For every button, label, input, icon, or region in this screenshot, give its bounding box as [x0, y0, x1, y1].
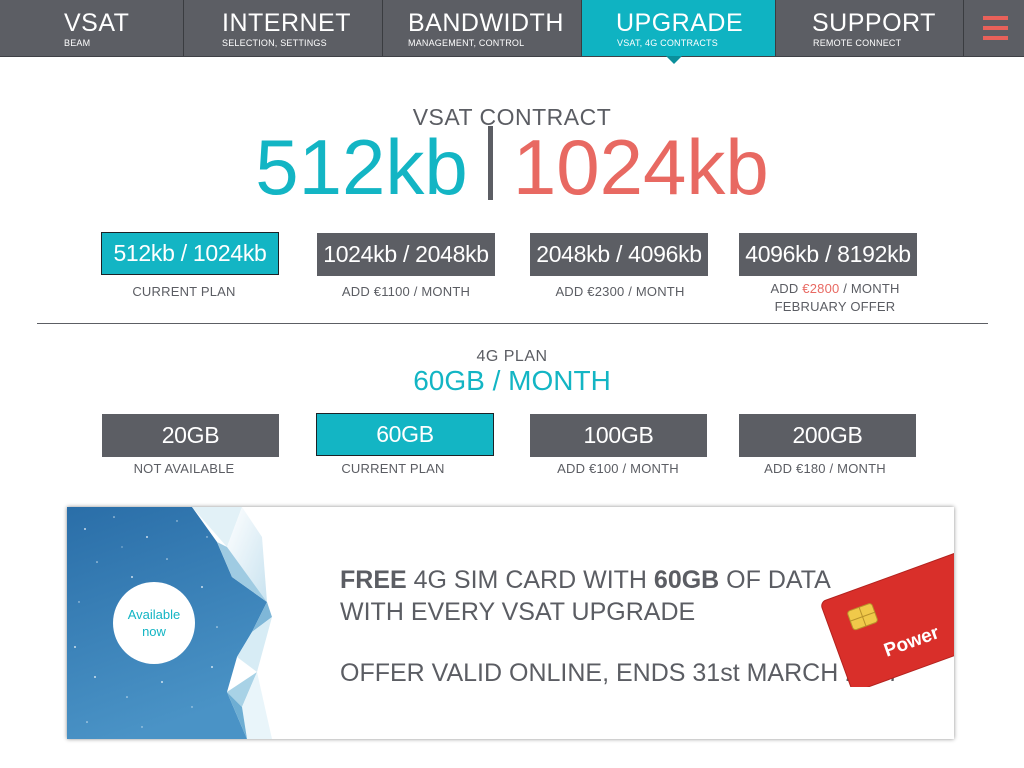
nav-item-sublabel: VSAT, 4G CONTRACTS	[617, 38, 718, 48]
4g-plan-button-200gb[interactable]: 200GB	[739, 414, 916, 457]
nav-item-bandwidth[interactable]: BANDWIDTH MANAGEMENT, CONTROL	[383, 0, 582, 56]
badge-line-2: now	[142, 624, 166, 639]
4g-plan-button-100gb[interactable]: 100GB	[530, 414, 707, 457]
offer-price: €2800	[802, 281, 840, 296]
4g-plan-note: ADD €180 / MONTH	[764, 461, 886, 476]
nav-item-internet[interactable]: INTERNET SELECTION, SETTINGS	[184, 0, 383, 56]
vsat-plan-note-offer: ADD €2800 / MONTH FEBRUARY OFFER	[735, 280, 935, 316]
speed-separator	[487, 126, 493, 200]
nav-item-label: UPGRADE	[616, 9, 744, 37]
vsat-plan-button-1024[interactable]: 1024kb / 2048kb	[317, 233, 495, 276]
nav-item-sublabel: MANAGEMENT, CONTROL	[408, 38, 525, 48]
promo-gb: 60GB	[653, 566, 720, 594]
nav-item-sublabel: SELECTION, SETTINGS	[222, 38, 327, 48]
nav-item-label: VSAT	[64, 9, 130, 37]
4g-plan-note: ADD €100 / MONTH	[557, 461, 679, 476]
nav-item-support[interactable]: SUPPORT REMOTE CONNECT	[776, 0, 964, 56]
4g-plan-note: CURRENT PLAN	[341, 461, 445, 476]
plan4g-title: 4G PLAN	[476, 348, 548, 365]
badge-line-1: Available	[127, 607, 181, 622]
vsat-plan-button-512[interactable]: 512kb / 1024kb	[101, 232, 279, 275]
vsat-plan-button-4096[interactable]: 4096kb / 8192kb	[739, 233, 917, 276]
sim-card-illustration: Power	[821, 552, 954, 687]
nav-item-label: BANDWIDTH	[408, 9, 564, 37]
current-speed: 512kb 1024kb	[0, 124, 1024, 210]
vsat-plan-note: ADD €1100 / MONTH	[341, 284, 471, 299]
promo-banner[interactable]: Available now FREE 4G SIM CARD WITH 60GB…	[67, 507, 954, 739]
4g-plan-button-20gb[interactable]: 20GB	[102, 414, 279, 457]
4g-plan-note: NOT AVAILABLE	[133, 461, 235, 476]
promo-mid: 4G SIM CARD WITH	[406, 566, 654, 594]
vsat-plan-note: CURRENT PLAN	[132, 284, 236, 299]
top-navigation: VSAT BEAM INTERNET SELECTION, SETTINGS B…	[0, 0, 1024, 64]
vsat-plan-note: ADD €2300 / MONTH	[555, 284, 685, 299]
nav-item-vsat[interactable]: VSAT BEAM	[0, 0, 184, 56]
hamburger-icon[interactable]	[964, 0, 1024, 56]
nav-item-label: INTERNET	[222, 9, 351, 37]
4g-plan-button-60gb[interactable]: 60GB	[316, 413, 494, 456]
offer-label: FEBRUARY OFFER	[774, 299, 896, 314]
section-divider	[37, 323, 988, 324]
promo-free: FREE	[340, 566, 407, 594]
note-prefix: ADD	[770, 281, 803, 296]
starfield-illustration	[67, 507, 272, 739]
nav-item-upgrade[interactable]: UPGRADE VSAT, 4G CONTRACTS	[582, 0, 776, 64]
note-suffix: / MONTH	[839, 281, 900, 296]
speed-up: 1024kb	[512, 123, 769, 211]
promo-subline: WITH EVERY VSAT UPGRADE	[340, 598, 696, 626]
available-now-badge: Available now	[113, 582, 195, 664]
nav-item-sublabel: BEAM	[64, 38, 91, 48]
nav-item-label: SUPPORT	[812, 9, 936, 37]
plan4g-current-value: 60GB / MONTH	[413, 365, 611, 396]
vsat-plan-button-2048[interactable]: 2048kb / 4096kb	[530, 233, 708, 276]
nav-item-sublabel: REMOTE CONNECT	[813, 38, 902, 48]
speed-down: 512kb	[255, 123, 468, 211]
promo-headline: FREE 4G SIM CARD WITH 60GB OF DATA	[340, 566, 831, 595]
